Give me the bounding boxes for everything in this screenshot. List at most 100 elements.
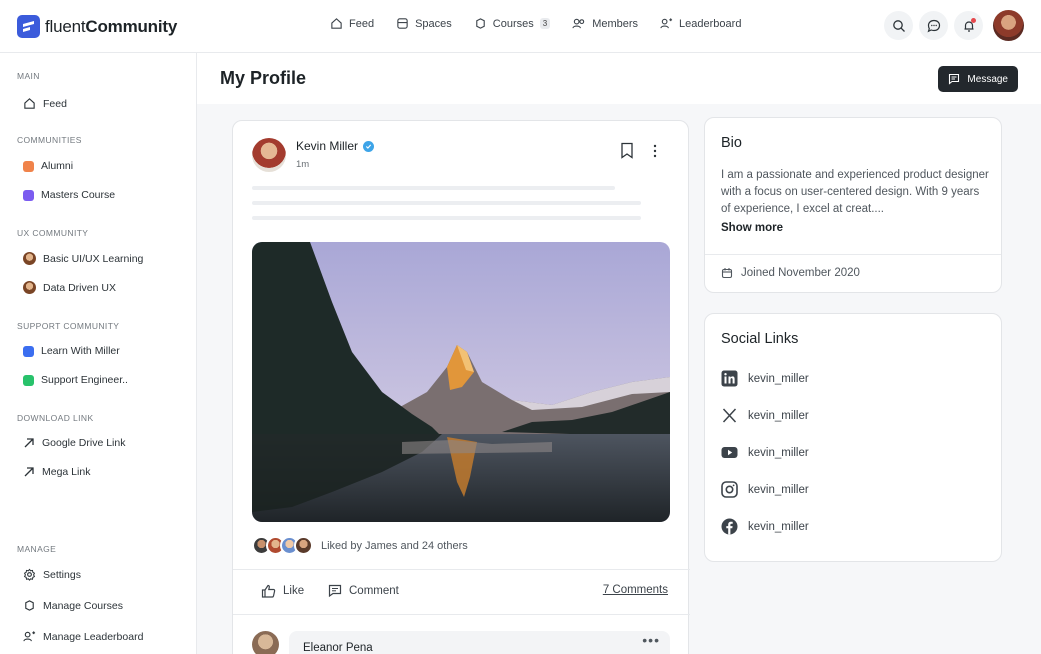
sidebar-item-manage-courses[interactable]: Manage Courses bbox=[23, 599, 123, 612]
show-more-link[interactable]: Show more bbox=[721, 222, 783, 234]
nav-spaces[interactable]: Spaces bbox=[396, 17, 452, 30]
post-author[interactable]: Kevin Miller bbox=[296, 139, 375, 153]
nav-feed[interactable]: Feed bbox=[330, 17, 374, 30]
comments-count-link[interactable]: 7 Comments bbox=[603, 584, 668, 596]
sidebar-item-label: Masters Course bbox=[41, 189, 116, 201]
sidebar-item-label: Data Driven UX bbox=[43, 281, 116, 294]
bio-card: Bio I am a passionate and experienced pr… bbox=[704, 117, 1002, 293]
nav-courses-label: Courses bbox=[492, 17, 534, 30]
sidebar-item-label: Feed bbox=[43, 97, 67, 110]
arrow-up-right-icon bbox=[24, 438, 34, 448]
nav-members[interactable]: Members bbox=[572, 17, 638, 30]
community-avatar-icon bbox=[23, 281, 36, 294]
masters-color-icon bbox=[23, 189, 34, 201]
sidebar-item-masters-course[interactable]: Masters Course bbox=[23, 189, 115, 201]
social-links-card: Social Links kevin_miller kevin_miller k… bbox=[704, 313, 1002, 562]
comment-more-icon[interactable]: ••• bbox=[642, 632, 660, 648]
sidebar-section-communities: COMMUNITIES bbox=[17, 135, 82, 145]
brand-logo[interactable]: fluentCommunity bbox=[17, 15, 177, 38]
comment-label: Comment bbox=[349, 584, 399, 597]
community-avatar-icon bbox=[23, 252, 36, 265]
sidebar-item-label: Alumni bbox=[41, 160, 74, 172]
post-image[interactable] bbox=[252, 242, 670, 522]
thumbs-up-icon bbox=[261, 584, 276, 598]
nav-courses[interactable]: Courses 3 bbox=[474, 17, 551, 30]
support-color-icon bbox=[23, 374, 34, 386]
commenter-name[interactable]: Eleanor Pena bbox=[303, 642, 373, 654]
nav-spaces-label: Spaces bbox=[415, 17, 452, 30]
like-label: Like bbox=[283, 585, 305, 597]
more-vertical-icon[interactable] bbox=[652, 144, 658, 158]
social-handle: kevin_miller bbox=[748, 446, 809, 459]
spaces-icon bbox=[397, 18, 408, 29]
sidebar-section-main: MAIN bbox=[17, 71, 40, 81]
chat-button[interactable] bbox=[919, 11, 948, 40]
sidebar-item-label: Manage Courses bbox=[43, 599, 123, 612]
courses-icon bbox=[476, 18, 485, 29]
leaderboard-icon bbox=[660, 18, 673, 29]
divider bbox=[233, 614, 690, 615]
sidebar-item-mega-link[interactable]: Mega Link bbox=[23, 466, 90, 478]
facebook-icon bbox=[721, 518, 738, 535]
liker-avatar bbox=[294, 536, 313, 555]
courses-icon bbox=[25, 600, 34, 611]
notification-dot bbox=[971, 18, 976, 23]
sidebar-item-label: Learn With Miller bbox=[41, 345, 120, 357]
sidebar-item-feed[interactable]: Feed bbox=[23, 97, 67, 110]
message-button[interactable]: Message bbox=[938, 66, 1018, 92]
social-link-linkedin[interactable]: kevin_miller bbox=[721, 370, 809, 387]
social-link-x[interactable]: kevin_miller bbox=[721, 407, 809, 424]
arrow-up-right-icon bbox=[24, 467, 34, 477]
comment-bubble: Eleanor Pena ••• bbox=[289, 631, 670, 654]
sidebar-item-settings[interactable]: Settings bbox=[23, 568, 81, 581]
nav-leaderboard[interactable]: Leaderboard bbox=[660, 17, 741, 30]
learn-color-icon bbox=[23, 345, 34, 357]
post-card: Kevin Miller 1m Liked by James and 24 ot… bbox=[232, 120, 690, 654]
sidebar-item-label: Google Drive Link bbox=[42, 437, 126, 449]
sidebar-item-data-driven-ux[interactable]: Data Driven UX bbox=[23, 281, 116, 294]
likes-summary[interactable]: Liked by James and 24 others bbox=[252, 536, 468, 555]
bookmark-icon[interactable] bbox=[620, 142, 634, 159]
nav-feed-label: Feed bbox=[349, 17, 375, 30]
members-icon bbox=[572, 18, 585, 29]
sidebar-item-label: Manage Leaderboard bbox=[43, 630, 144, 643]
x-icon bbox=[722, 408, 737, 423]
social-link-instagram[interactable]: kevin_miller bbox=[721, 481, 809, 498]
nav-leaderboard-label: Leaderboard bbox=[679, 17, 742, 30]
page-title: My Profile bbox=[220, 68, 307, 88]
sidebar-section-support: SUPPORT COMMUNITY bbox=[17, 321, 120, 331]
comment-icon bbox=[328, 584, 342, 597]
text-placeholder-line bbox=[252, 186, 615, 190]
text-placeholder-line bbox=[252, 216, 641, 220]
post-time: 1m bbox=[296, 159, 310, 170]
social-link-facebook[interactable]: kevin_miller bbox=[721, 518, 809, 535]
sidebar-item-alumni[interactable]: Alumni bbox=[23, 160, 73, 172]
bio-title: Bio bbox=[721, 135, 742, 151]
sidebar-section-download: DOWNLOAD LINK bbox=[17, 413, 94, 423]
joined-text: Joined November 2020 bbox=[741, 267, 860, 279]
user-avatar[interactable] bbox=[993, 10, 1024, 41]
search-button[interactable] bbox=[884, 11, 913, 40]
comment-button[interactable]: Comment bbox=[328, 584, 399, 597]
sidebar-item-basic-ui-ux[interactable]: Basic UI/UX Learning bbox=[23, 252, 143, 265]
social-handle: kevin_miller bbox=[748, 520, 809, 533]
home-icon bbox=[24, 98, 35, 109]
sidebar-item-google-drive[interactable]: Google Drive Link bbox=[23, 437, 125, 449]
like-button[interactable]: Like bbox=[261, 584, 304, 598]
commenter-avatar[interactable] bbox=[252, 631, 279, 654]
notifications-button[interactable] bbox=[954, 11, 983, 40]
sidebar-item-label: Mega Link bbox=[42, 466, 91, 478]
gear-icon bbox=[23, 568, 36, 581]
alumni-color-icon bbox=[23, 160, 34, 172]
social-handle: kevin_miller bbox=[748, 483, 809, 496]
social-link-youtube[interactable]: kevin_miller bbox=[721, 444, 809, 461]
social-handle: kevin_miller bbox=[748, 409, 809, 422]
main-nav: Feed Spaces Courses 3 Members Leaderboar… bbox=[330, 17, 741, 30]
text-placeholder-line bbox=[252, 201, 641, 205]
logo-mark-icon bbox=[17, 15, 40, 38]
sidebar-item-learn-with-miller[interactable]: Learn With Miller bbox=[23, 345, 120, 357]
sidebar-item-support-engineer[interactable]: Support Engineer.. bbox=[23, 374, 128, 386]
author-avatar[interactable] bbox=[252, 138, 286, 172]
sidebar-section-ux: UX COMMUNITY bbox=[17, 228, 89, 238]
sidebar-item-manage-leaderboard[interactable]: Manage Leaderboard bbox=[23, 630, 143, 643]
